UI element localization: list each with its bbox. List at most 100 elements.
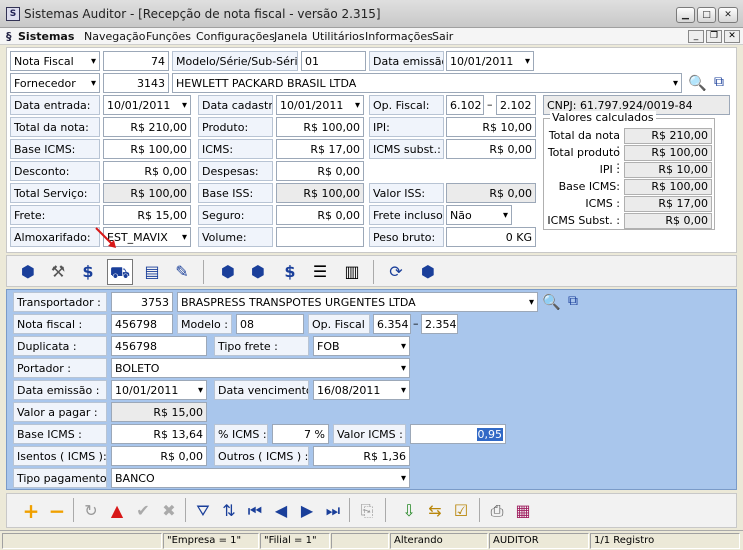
last-record-icon[interactable]: ⏭ xyxy=(321,499,345,523)
peso-bruto-field[interactable]: 0 KG xyxy=(446,227,536,247)
warning-icon[interactable]: ▲ xyxy=(105,499,129,523)
isentos-icms-field[interactable]: R$ 0,00 xyxy=(111,446,207,466)
windows-list-icon[interactable]: ⧉ xyxy=(714,74,724,90)
data-vencimento-field[interactable]: 16/08/2011 xyxy=(313,380,410,400)
desconto-field[interactable]: R$ 0,00 xyxy=(103,161,191,181)
transportador-search-icon[interactable]: 🔍 xyxy=(542,293,561,311)
money-doc-icon[interactable]: $ xyxy=(277,259,303,285)
seguro-field[interactable]: R$ 0,00 xyxy=(276,205,364,225)
transportador-windows-icon[interactable]: ⧉ xyxy=(568,293,578,309)
tipo-pagamento-select[interactable]: BANCO xyxy=(111,468,410,488)
refresh-icon[interactable]: ⟳ xyxy=(383,259,409,285)
mdi-restore-button[interactable]: ❐ xyxy=(706,30,722,43)
data-cadastro-field[interactable]: 10/01/2011 xyxy=(276,95,364,115)
ipi-field[interactable]: R$ 10,00 xyxy=(446,117,536,137)
modelo-transp-field[interactable]: 08 xyxy=(236,314,304,334)
base-icms-transp-field[interactable]: R$ 13,64 xyxy=(111,424,207,444)
undo-icon[interactable]: ↻ xyxy=(79,499,103,523)
cancel-icon[interactable]: ✖ xyxy=(157,499,181,523)
filter-icon[interactable]: ⛛ xyxy=(191,499,215,523)
status-cell-1 xyxy=(2,533,162,549)
valor-pagar-label: Valor a pagar : xyxy=(13,402,107,422)
document-edit-icon[interactable]: ✎ xyxy=(169,259,195,285)
frete-field[interactable]: R$ 15,00 xyxy=(103,205,191,225)
minimize-button[interactable]: ▁ xyxy=(676,7,695,23)
hammer-icon[interactable]: ⚒ xyxy=(45,259,71,285)
add-icon[interactable]: + xyxy=(19,499,43,523)
op-fiscal-field-2[interactable]: 2.102 xyxy=(496,95,536,115)
cube-icon[interactable]: ⬢ xyxy=(215,259,241,285)
menu-sistemas[interactable]: Sistemas xyxy=(18,30,74,43)
mdi-close-button[interactable]: ✕ xyxy=(724,30,740,43)
transportador-name-select[interactable]: BRASPRESS TRANSPOTES URGENTES LTDA xyxy=(177,292,538,312)
portador-select[interactable]: BOLETO xyxy=(111,358,410,378)
sort-icon[interactable]: ⇅ xyxy=(217,499,241,523)
app-icon: S xyxy=(6,7,20,21)
almoxarifado-label: Almoxarifado: xyxy=(10,227,100,247)
nota-fiscal-number-field[interactable]: 74 xyxy=(103,51,169,71)
money-icon[interactable]: $ xyxy=(75,259,101,285)
fornecedor-code-field[interactable]: 3143 xyxy=(103,73,169,93)
remove-icon[interactable]: − xyxy=(45,499,69,523)
copy-icon[interactable]: ⎘ xyxy=(355,499,379,523)
perc-icms-field[interactable]: 7 % xyxy=(272,424,329,444)
package-icon[interactable]: ⬢ xyxy=(415,259,441,285)
nota-fiscal-type-select[interactable]: Nota Fiscal xyxy=(10,51,100,71)
menu-configuracoes[interactable]: Configurações xyxy=(196,30,275,43)
checklist-icon[interactable]: ☑ xyxy=(449,499,473,523)
base-icms-field[interactable]: R$ 100,00 xyxy=(103,139,191,159)
nota-fiscal-transp-field[interactable]: 456798 xyxy=(111,314,173,334)
data-entrada-field[interactable]: 10/01/2011 xyxy=(103,95,191,115)
items-box-icon[interactable]: ⬢ xyxy=(15,259,41,285)
nav-separator-5 xyxy=(479,498,480,522)
tipo-frete-select[interactable]: FOB xyxy=(313,336,410,356)
previous-record-icon[interactable]: ◀ xyxy=(269,499,293,523)
first-record-icon[interactable]: ⏮ xyxy=(243,499,267,523)
modelo-field[interactable]: 01 xyxy=(301,51,366,71)
volume-field[interactable] xyxy=(276,227,364,247)
produto-field[interactable]: R$ 100,00 xyxy=(276,117,364,137)
next-record-icon[interactable]: ▶ xyxy=(295,499,319,523)
despesas-field[interactable]: R$ 0,00 xyxy=(276,161,364,181)
duplicata-field[interactable]: 456798 xyxy=(111,336,207,356)
frete-incluso-select[interactable]: Não xyxy=(446,205,512,225)
menu-navegacao[interactable]: Navegação xyxy=(84,30,146,43)
maximize-button[interactable]: □ xyxy=(697,7,716,23)
module-toolbar: ⬢ ⚒ $ ⛟ ▤ ✎ ⬢ ⬢ $ ☰ ▥ ⟳ ⬢ xyxy=(6,255,737,287)
produto-label: Produto: xyxy=(198,117,273,137)
ledger-icon[interactable]: ▤ xyxy=(139,259,165,285)
data-emissao-transp-field[interactable]: 10/01/2011 xyxy=(111,380,207,400)
valor-icms-label: Valor ICMS : xyxy=(333,424,406,444)
op-fiscal-field-1[interactable]: 6.102 xyxy=(446,95,484,115)
data-emissao-field[interactable]: 10/01/2011 xyxy=(446,51,534,71)
close-button[interactable]: ✕ xyxy=(718,7,738,23)
icms-subst-field[interactable]: R$ 0,00 xyxy=(446,139,536,159)
total-nota-field[interactable]: R$ 210,00 xyxy=(103,117,191,137)
status-bar: "Empresa = 1" "Filial = 1" Alterando AUD… xyxy=(0,530,743,550)
transfer-icon[interactable]: ⇆ xyxy=(423,499,447,523)
menu-utilitarios[interactable]: Utilitários xyxy=(312,30,365,43)
transportador-code-field[interactable]: 3753 xyxy=(111,292,173,312)
import-icon[interactable]: ⇩ xyxy=(397,499,421,523)
report-icon[interactable]: ▦ xyxy=(511,499,535,523)
outros-icms-field[interactable]: R$ 1,36 xyxy=(313,446,410,466)
menu-janela[interactable]: Janela xyxy=(274,30,308,43)
truck-icon[interactable]: ⛟ xyxy=(107,259,133,285)
mdi-minimize-button[interactable]: _ xyxy=(688,30,704,43)
fornecedor-name-select[interactable]: HEWLETT PACKARD BRASIL LTDA xyxy=(172,73,682,93)
cube-alt-icon[interactable]: ⬢ xyxy=(245,259,271,285)
op-fiscal-transp-field-1[interactable]: 6.354 xyxy=(373,314,411,334)
search-icon[interactable]: 🔍 xyxy=(688,74,707,92)
confirm-icon[interactable]: ✔ xyxy=(131,499,155,523)
op-fiscal-transp-field-2[interactable]: 2.354 xyxy=(421,314,458,334)
menu-informacoes[interactable]: Informações xyxy=(365,30,433,43)
valor-icms-field[interactable]: 0,95 xyxy=(410,424,506,444)
barcode-icon[interactable]: ▥ xyxy=(339,259,365,285)
print-icon[interactable]: ⎙ xyxy=(485,499,509,523)
tipo-frete-label: Tipo frete : xyxy=(214,336,309,356)
menu-sair[interactable]: Sair xyxy=(432,30,453,43)
fornecedor-type-select[interactable]: Fornecedor xyxy=(10,73,100,93)
icms-field[interactable]: R$ 17,00 xyxy=(276,139,364,159)
list-icon[interactable]: ☰ xyxy=(307,259,333,285)
menu-funcoes[interactable]: Funções xyxy=(146,30,191,43)
